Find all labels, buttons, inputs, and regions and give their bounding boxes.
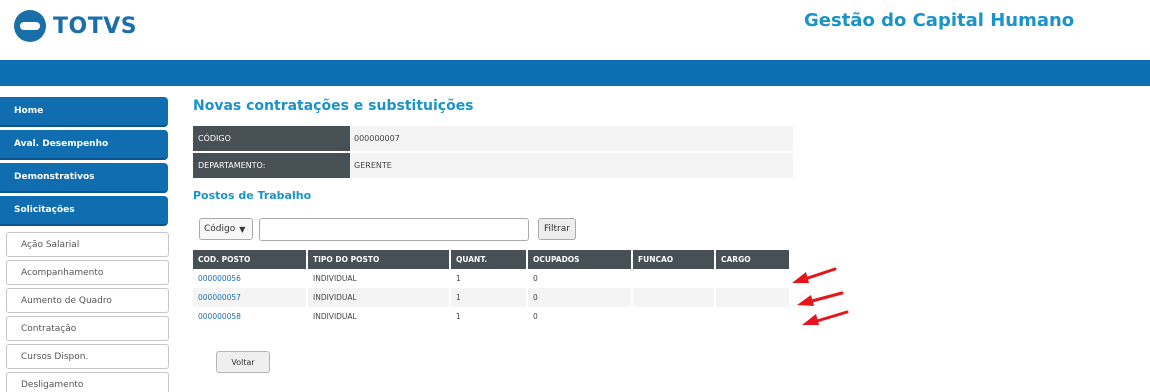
table-cell: 0 <box>528 307 631 326</box>
caret-down-icon: ▼ <box>239 224 246 234</box>
column-header[interactable]: COD. POSTO <box>193 250 306 269</box>
sidebar-item-home[interactable]: Home <box>0 97 168 127</box>
table-cell <box>633 288 714 307</box>
table-cell <box>633 307 714 326</box>
submenu-item-acao-salarial[interactable]: Ação Salarial <box>6 232 169 257</box>
submenu-item-acompanhamento[interactable]: Acompanhamento <box>6 260 169 285</box>
table-row: 000000058 INDIVIDUAL 1 0 <box>193 307 791 326</box>
table-cell <box>716 307 789 326</box>
solicitacoes-submenu: Ação Salarial Acompanhamento Aumento de … <box>0 229 170 392</box>
table-row: 000000057 INDIVIDUAL 1 0 <box>193 288 791 307</box>
table-row: 000000056 INDIVIDUAL 1 0 <box>193 269 791 288</box>
table-cell: INDIVIDUAL <box>308 307 449 326</box>
red-arrow-icon <box>803 267 837 281</box>
top-blue-bar <box>0 60 1150 86</box>
red-arrowhead-icon <box>797 295 814 306</box>
cod-posto-link[interactable]: 000000057 <box>193 288 306 307</box>
column-header[interactable]: OCUPADOS <box>528 250 631 269</box>
postos-table: COD. POSTO TIPO DO POSTO QUANT. OCUPADOS… <box>193 250 791 326</box>
red-arrowhead-icon <box>792 272 809 283</box>
column-header[interactable]: QUANT. <box>451 250 526 269</box>
main-content: Novas contratações e substituições CÓDIG… <box>193 98 793 326</box>
totvs-logo-icon <box>14 10 46 42</box>
app-title: Gestão do Capital Humano <box>804 10 1075 31</box>
filter-input[interactable] <box>259 217 529 241</box>
cod-posto-link[interactable]: 000000056 <box>193 269 306 288</box>
sidebar: Home Aval. Desempenho Demonstrativos Sol… <box>0 97 170 392</box>
info-row-codigo: CÓDIGO 000000007 <box>193 126 793 151</box>
submenu-item-contratacao[interactable]: Contratação <box>6 316 169 341</box>
section-title: Postos de Trabalho <box>193 189 312 202</box>
table-cell: 0 <box>528 288 631 307</box>
sidebar-item-solicitacoes[interactable]: Solicitações <box>0 196 168 226</box>
table-cell: 0 <box>528 269 631 288</box>
select-value: Código <box>204 224 236 234</box>
logo-text: TOTVS <box>53 13 138 39</box>
red-arrow-icon <box>810 291 844 303</box>
back-button[interactable]: Voltar <box>216 351 270 373</box>
table-cell: INDIVIDUAL <box>308 269 449 288</box>
filter-bar: Código ▼ Filtrar <box>199 217 793 241</box>
page-title: Novas contratações e substituições <box>193 98 474 114</box>
info-label: DEPARTAMENTO: <box>193 153 350 178</box>
column-header[interactable]: TIPO DO POSTO <box>308 250 449 269</box>
annotation-arrows <box>792 267 849 325</box>
info-value: GERENTE <box>354 161 392 170</box>
info-value: 000000007 <box>354 134 400 143</box>
table-cell <box>716 269 789 288</box>
info-row-departamento: DEPARTAMENTO: GERENTE <box>193 153 793 178</box>
table-cell: 1 <box>451 269 526 288</box>
filter-button[interactable]: Filtrar <box>538 218 576 240</box>
column-header[interactable]: FUNCAO <box>633 250 714 269</box>
submenu-item-desligamento[interactable]: Desligamento <box>6 372 169 392</box>
table-cell <box>716 288 789 307</box>
red-arrowhead-icon <box>802 314 819 325</box>
table-cell <box>633 269 714 288</box>
table-header: COD. POSTO TIPO DO POSTO QUANT. OCUPADOS… <box>193 250 791 269</box>
column-header[interactable]: CARGO <box>716 250 789 269</box>
submenu-item-aumento-de-quadro[interactable]: Aumento de Quadro <box>6 288 169 313</box>
app-header: TOTVS Gestão do Capital Humano <box>0 0 1150 60</box>
red-arrow-icon <box>815 310 849 323</box>
totvs-logo[interactable]: TOTVS <box>14 10 137 42</box>
cod-posto-link[interactable]: 000000058 <box>193 307 306 326</box>
sidebar-item-demonstrativos[interactable]: Demonstrativos <box>0 163 168 193</box>
table-cell: INDIVIDUAL <box>308 288 449 307</box>
submenu-item-cursos-dispon[interactable]: Cursos Dispon. <box>6 344 169 369</box>
info-label: CÓDIGO <box>193 126 350 151</box>
table-cell: 1 <box>451 288 526 307</box>
sidebar-item-aval-desempenho[interactable]: Aval. Desempenho <box>0 130 168 160</box>
table-cell: 1 <box>451 307 526 326</box>
filter-field-select[interactable]: Código ▼ <box>199 218 253 240</box>
